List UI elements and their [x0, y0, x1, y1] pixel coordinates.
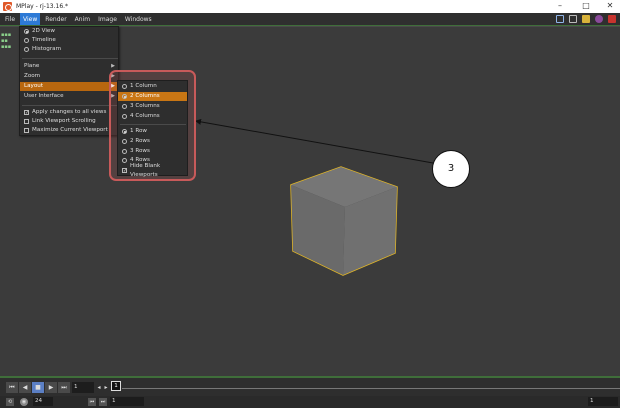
radio-icon	[24, 47, 29, 52]
view-menu-timeline[interactable]: Timeline	[20, 36, 118, 45]
radio-icon	[122, 129, 127, 134]
layout-3-columns[interactable]: 3 Columns	[118, 102, 187, 111]
callout-number-badge: 3	[432, 150, 470, 188]
range-end-field[interactable]: 1	[588, 397, 618, 406]
title-bar: MPlay - rj-13.16.* – □ ✕	[0, 0, 620, 13]
cube-image	[290, 166, 398, 276]
checkbox-icon: ✓	[122, 168, 128, 174]
layout-1-column[interactable]: 1 Column	[118, 82, 187, 91]
render-icon[interactable]	[582, 15, 590, 23]
fps-field[interactable]: 24	[33, 397, 53, 406]
current-frame-field[interactable]: 1	[72, 382, 94, 393]
radio-icon	[122, 158, 127, 163]
menu-view[interactable]: View	[20, 12, 41, 26]
timeline-track[interactable]	[122, 388, 620, 389]
radio-icon	[122, 114, 127, 119]
radio-icon	[24, 29, 29, 34]
playback-bar: ⏮ ◀ ■ ▶ ⏭ 1 ◂ ▸ 1	[0, 376, 620, 396]
radio-icon	[122, 94, 127, 99]
maximize-button[interactable]: □	[574, 0, 598, 13]
view-menu-apply-all[interactable]: ✓ Apply changes to all views	[20, 108, 118, 117]
layout-4-columns[interactable]: 4 Columns	[118, 112, 187, 121]
view-menu-2d-view[interactable]: 2D View	[20, 27, 118, 36]
menu-anim[interactable]: Anim	[72, 13, 93, 26]
toolbar-icons	[556, 15, 616, 23]
layout-2-columns[interactable]: 2 Columns	[118, 92, 187, 101]
menu-separator	[22, 58, 118, 59]
window-title: MPlay - rj-13.16.*	[16, 3, 69, 10]
view-menu-link-scrolling[interactable]: Link Viewport Scrolling	[20, 117, 118, 126]
range-start-field[interactable]: 1	[110, 397, 144, 406]
view-menu-maximize-viewport[interactable]: Maximize Current Viewport	[20, 126, 118, 135]
checkbox-icon: ✓	[24, 110, 30, 116]
menu-separator	[120, 124, 186, 125]
layout-hide-blank-viewports[interactable]: ✓ Hide Blank Viewports	[118, 163, 187, 178]
status-bar: ⟲ ◉ 24 ⏮ ⏭ 1 1	[0, 396, 620, 408]
radio-icon	[122, 84, 127, 89]
play-reverse-button[interactable]: ◀	[19, 382, 31, 393]
go-to-end-button[interactable]: ⏭	[58, 382, 70, 393]
link-icon[interactable]	[556, 15, 564, 23]
checkbox-icon	[24, 128, 29, 133]
radio-icon	[122, 149, 127, 154]
menu-windows[interactable]: Windows	[122, 13, 155, 26]
minimize-button[interactable]: –	[548, 0, 572, 13]
view-menu-plane[interactable]: Plane ▶	[20, 62, 118, 71]
range-start-icon[interactable]: ⏮	[88, 398, 96, 406]
view-menu-user-interface[interactable]: User Interface ▶	[20, 92, 118, 101]
checkbox-icon	[24, 119, 29, 124]
layout-icon[interactable]	[569, 15, 577, 23]
radio-icon	[122, 104, 127, 109]
range-end-icon[interactable]: ⏭	[99, 398, 107, 406]
radio-icon	[24, 38, 29, 43]
loop-icon[interactable]: ⟲	[6, 398, 14, 406]
layout-submenu: 1 Column 2 Columns 3 Columns 4 Columns 1…	[117, 80, 188, 178]
layout-2-rows[interactable]: 2 Rows	[118, 137, 187, 146]
view-menu-zoom[interactable]: Zoom ▶	[20, 72, 118, 81]
go-to-start-button[interactable]: ⏮	[6, 382, 18, 393]
mplay-app-icon	[3, 2, 12, 11]
menu-file[interactable]: File	[2, 13, 18, 26]
frame-marker[interactable]: 1	[111, 381, 121, 391]
menu-render[interactable]: Render	[42, 13, 69, 26]
radio-icon	[122, 139, 127, 144]
menu-separator	[22, 105, 118, 106]
layout-3-rows[interactable]: 3 Rows	[118, 147, 187, 156]
stop-icon[interactable]	[608, 15, 616, 23]
stop-button[interactable]: ■	[32, 382, 44, 393]
view-menu-layout[interactable]: Layout ▶	[20, 82, 118, 91]
close-window-button[interactable]: ✕	[598, 0, 620, 13]
color-icon[interactable]	[595, 15, 603, 23]
step-forward-icon[interactable]: ▸	[103, 382, 109, 393]
play-forward-button[interactable]: ▶	[45, 382, 57, 393]
viewport-hud: ▪▪▪ ▪▪ ▪▪▪	[1, 32, 12, 50]
realtime-icon[interactable]: ◉	[20, 398, 28, 406]
view-menu-histogram[interactable]: Histogram	[20, 45, 118, 54]
menu-image[interactable]: Image	[95, 13, 120, 26]
view-menu-dropdown: 2D View Timeline Histogram Plane ▶ Zoom …	[19, 26, 119, 136]
layout-1-row[interactable]: 1 Row	[118, 127, 187, 136]
step-back-icon[interactable]: ◂	[96, 382, 102, 393]
